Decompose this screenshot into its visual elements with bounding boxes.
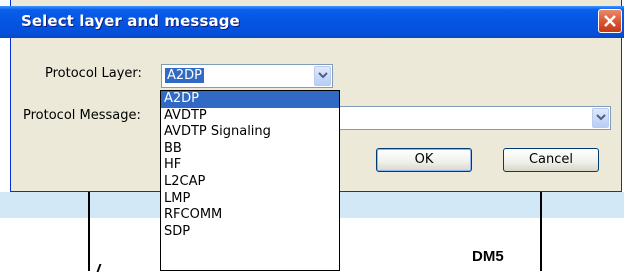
protocol-message-dropdown-button[interactable] xyxy=(592,108,609,128)
dropdown-item-l2cap[interactable]: L2CAP xyxy=(161,174,339,191)
ok-button[interactable]: OK xyxy=(376,148,472,172)
dropdown-item-sdp[interactable]: SDP xyxy=(161,224,339,241)
dropdown-item-rfcomm[interactable]: RFCOMM xyxy=(161,207,339,224)
close-icon xyxy=(604,15,616,27)
dropdown-item-lmp[interactable]: LMP xyxy=(161,191,339,208)
cancel-button[interactable]: Cancel xyxy=(503,148,599,172)
close-button[interactable] xyxy=(598,9,622,33)
protocol-layer-dropdown-list: A2DP AVDTP AVDTP Signaling BB HF L2CAP L… xyxy=(160,90,340,271)
dropdown-item-avdtp[interactable]: AVDTP xyxy=(161,108,339,125)
protocol-layer-dropdown-button[interactable] xyxy=(314,66,331,86)
background-line-right xyxy=(540,192,542,271)
background-label: DM5 xyxy=(472,248,504,265)
protocol-layer-select[interactable]: A2DP xyxy=(161,64,333,88)
dialog-title: Select layer and message xyxy=(21,12,240,30)
background-line-left xyxy=(88,192,90,271)
protocol-layer-value: A2DP xyxy=(165,68,205,83)
dropdown-item-bb[interactable]: BB xyxy=(161,141,339,158)
dropdown-item-a2dp[interactable]: A2DP xyxy=(161,91,339,108)
chevron-down-icon xyxy=(318,72,328,79)
chevron-down-icon xyxy=(596,114,606,121)
protocol-layer-label: Protocol Layer: xyxy=(45,66,142,81)
dropdown-item-hf[interactable]: HF xyxy=(161,157,339,174)
dropdown-item-avdtp-signaling[interactable]: AVDTP Signaling xyxy=(161,124,339,141)
protocol-message-label: Protocol Message: xyxy=(23,108,141,123)
